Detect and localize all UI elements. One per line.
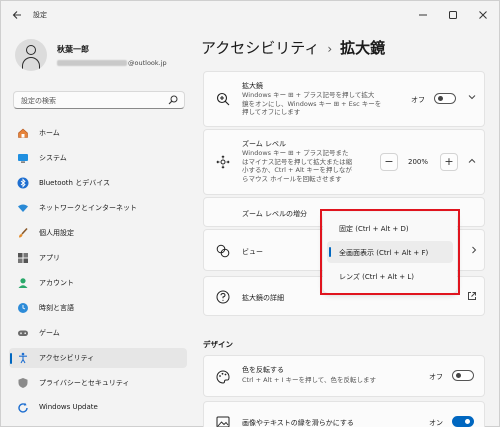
- sidebar-item-bluetooth[interactable]: Bluetooth とデバイス: [9, 173, 187, 193]
- gamepad-icon: [18, 330, 28, 336]
- zoom-out-button[interactable]: −: [380, 153, 398, 171]
- title-bar: 設定: [1, 1, 500, 31]
- smooth-edges-toggle-label: オン: [429, 419, 443, 427]
- zoom-level-description: Windows キー ⊞ + プラス記号また はマイナス記号を押して拡大または縮…: [242, 149, 353, 183]
- breadcrumb-parent[interactable]: アクセシビリティ: [201, 39, 319, 57]
- chevron-down-icon[interactable]: [468, 93, 476, 103]
- monitor-icon: [18, 154, 28, 163]
- sidebar-item-apps[interactable]: アプリ: [9, 248, 187, 268]
- magnifier-toggle-label: オフ: [411, 96, 425, 104]
- bluetooth-icon: [17, 177, 29, 189]
- zoom-move-icon: [216, 155, 230, 169]
- sidebar-item-accounts[interactable]: アカウント: [9, 273, 187, 293]
- user-email: @outlook.jp: [57, 59, 167, 67]
- back-button[interactable]: [7, 7, 27, 25]
- magnifier-card: 拡大鏡 Windows キー ⊞ + プラス記号を押して拡大 鏡をオンにし、Wi…: [203, 71, 485, 127]
- sidebar-item-personalization[interactable]: 個人用設定: [9, 223, 187, 243]
- invert-colors-description: Ctrl + Alt + I キーを押して、色を反転します: [242, 376, 376, 384]
- brush-icon: [19, 227, 28, 238]
- clock-globe-icon: [18, 303, 28, 313]
- minimize-icon: [419, 14, 427, 16]
- maximize-icon: [449, 11, 457, 19]
- search-input[interactable]: 設定の検索: [13, 91, 185, 109]
- palette-icon: [216, 370, 230, 384]
- magnifier-toggle[interactable]: [434, 93, 456, 104]
- redacted-email: [57, 60, 127, 66]
- invert-colors-card: 色を反転する Ctrl + Alt + I キーを押して、色を反転します オフ: [203, 355, 485, 397]
- back-arrow-icon: [12, 11, 21, 19]
- sidebar-item-accessibility[interactable]: アクセシビリティ: [9, 348, 187, 368]
- magnifier-icon: [216, 92, 230, 106]
- user-name: 秋葉一郎: [57, 45, 89, 54]
- zoom-level-card: ズーム レベル Windows キー ⊞ + プラス記号また はマイナス記号を押…: [203, 129, 485, 195]
- view-label: ビュー: [242, 248, 263, 256]
- wifi-icon: [18, 204, 28, 212]
- maximize-button[interactable]: [445, 7, 461, 23]
- breadcrumb: アクセシビリティ › 拡大鏡: [201, 37, 385, 58]
- account-icon: [18, 278, 28, 288]
- sidebar-item-gaming[interactable]: ゲーム: [9, 323, 187, 343]
- update-icon: [18, 402, 28, 413]
- invert-colors-toggle[interactable]: [452, 370, 474, 381]
- window-title: 設定: [33, 11, 47, 19]
- zoom-level-title: ズーム レベル: [242, 140, 287, 148]
- sidebar-item-system[interactable]: システム: [9, 148, 187, 168]
- zoom-in-button[interactable]: +: [440, 153, 458, 171]
- magnifier-description: Windows キー ⊞ + プラス記号を押して拡大 鏡をオンにし、Window…: [242, 91, 382, 116]
- help-icon: [216, 290, 230, 304]
- close-icon: [479, 11, 487, 19]
- apps-icon: [18, 253, 28, 263]
- image-icon: [216, 416, 230, 427]
- shield-icon: [18, 378, 28, 388]
- smooth-edges-card: 画像やテキストの縁を滑らかにする オン: [203, 401, 485, 427]
- avatar[interactable]: [15, 39, 47, 71]
- design-section-label: デザイン: [203, 340, 233, 349]
- smooth-edges-toggle[interactable]: [452, 416, 474, 427]
- invert-colors-toggle-label: オフ: [429, 373, 443, 381]
- breadcrumb-separator: ›: [327, 42, 333, 56]
- view-icon: [216, 244, 230, 258]
- close-button[interactable]: [475, 7, 491, 23]
- sidebar-item-home[interactable]: ホーム: [9, 123, 187, 143]
- zoom-increment-label: ズーム レベルの増分: [242, 210, 308, 218]
- sidebar-item-network[interactable]: ネットワークとインターネット: [9, 198, 187, 218]
- sidebar-item-windows-update[interactable]: Windows Update: [9, 398, 187, 418]
- sidebar-item-privacy[interactable]: プライバシーとセキュリティ: [9, 373, 187, 393]
- selection-indicator: [10, 353, 12, 364]
- smooth-edges-title: 画像やテキストの縁を滑らかにする: [242, 419, 354, 427]
- page-title: 拡大鏡: [340, 39, 386, 57]
- minimize-button[interactable]: [415, 7, 431, 23]
- zoom-level-value: 200%: [408, 158, 429, 166]
- accessibility-icon: [19, 352, 27, 364]
- magnifier-title: 拡大鏡: [242, 82, 263, 90]
- chevron-up-icon[interactable]: [468, 157, 476, 167]
- magnifier-details-label: 拡大鏡の詳細: [242, 294, 284, 302]
- search-icon: [168, 95, 178, 105]
- home-icon: [18, 128, 28, 138]
- chevron-right-icon[interactable]: [470, 246, 478, 256]
- sidebar-item-time-language[interactable]: 時刻と言語: [9, 298, 187, 318]
- invert-colors-title: 色を反転する: [242, 366, 284, 374]
- external-link-icon[interactable]: [467, 291, 477, 303]
- highlight-annotation-box: [320, 209, 460, 295]
- settings-window: 設定 秋葉一郎 @outlook.jp 設定の検索 ホーム システム Bluet…: [0, 0, 500, 427]
- search-placeholder: 設定の検索: [21, 97, 56, 105]
